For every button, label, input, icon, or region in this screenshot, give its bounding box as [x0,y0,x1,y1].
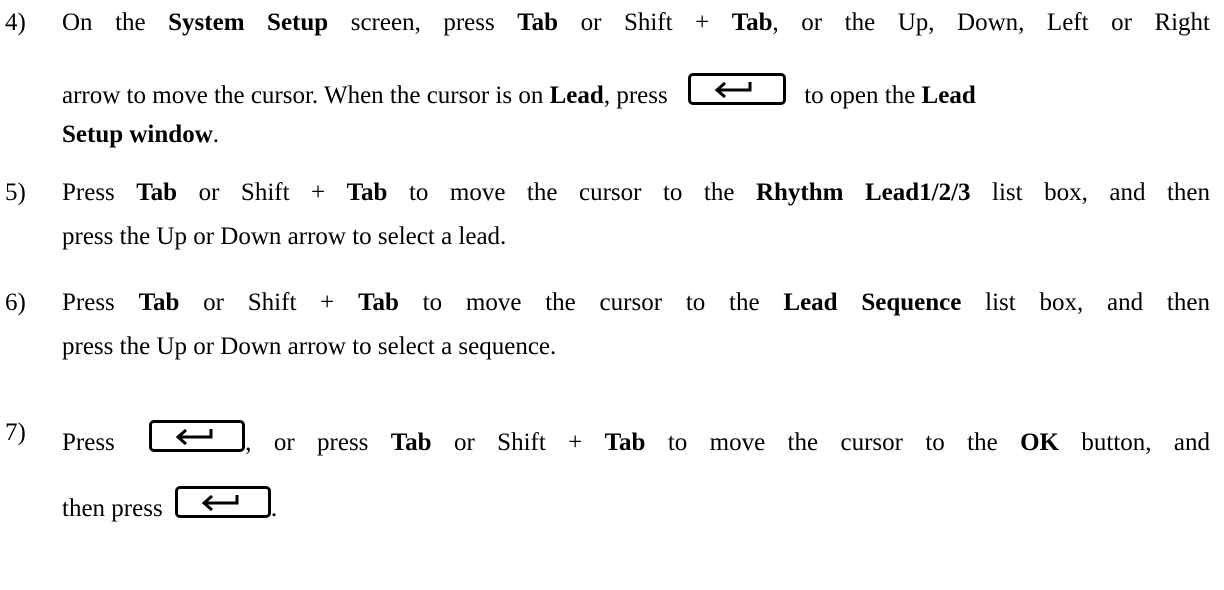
step-number: 5) [5,179,26,206]
tab-key-term: Tab [346,179,388,206]
step-5-line-2: press the Up or Down arrow to select a l… [62,223,507,250]
step-6-line-1: Press Tab or Shift + Tab to move the cur… [62,289,1210,316]
step-7-line-1: Press , or press Tab or Shift + Tab to m… [62,420,1210,455]
step-number: 6) [5,289,26,316]
step-number: 4) [5,9,26,36]
step-4-line-2: arrow to move the cursor. When the curso… [62,73,976,108]
tab-key-term: Tab [604,429,646,456]
step-5-line-1: Press Tab or Shift + Tab to move the cur… [62,179,1210,206]
tab-key-term: Tab [731,9,773,36]
lead-term: Lead [921,82,976,109]
tab-key-term: Tab [138,289,180,316]
lead-setup-window-term: Setup window [62,121,213,148]
enter-key-icon [174,486,271,518]
step-6-line-2: press the Up or Down arrow to select a s… [62,333,557,360]
step-4-line-3: Setup window. [62,121,219,148]
tab-key-term: Tab [358,289,399,316]
tab-key-term: Tab [390,429,432,456]
lead-sequence-term: Lead Sequence [783,289,962,316]
lead-term: Lead [549,82,604,109]
system-setup-term: System Setup [168,9,329,36]
ok-button-term: OK [1020,429,1059,456]
rhythm-lead-term: Rhythm Lead1/2/3 [755,179,971,206]
tab-key-term: Tab [136,179,178,206]
enter-key-icon [687,73,786,105]
tab-key-term: Tab [517,9,559,36]
step-4-line-1: On the System Setup screen, press Tab or… [62,9,1211,36]
enter-key-icon [149,420,246,452]
step-number: 7) [5,419,26,446]
step-7-line-2: then press . [62,486,277,521]
